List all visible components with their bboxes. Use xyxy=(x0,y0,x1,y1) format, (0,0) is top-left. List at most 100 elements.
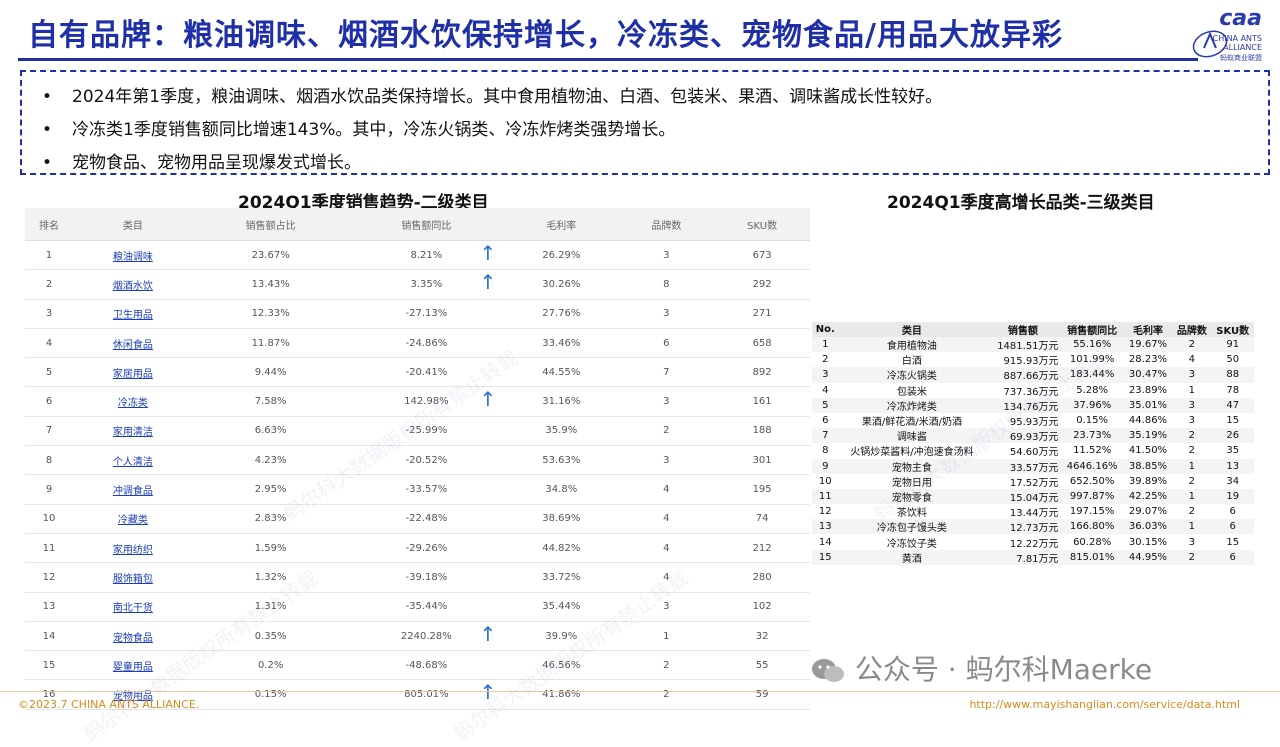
category-link[interactable]: 冲调食品 xyxy=(73,474,193,505)
table-row: 2 白酒 915.93万元 101.99% 28.23% 4 50 xyxy=(812,352,1254,367)
margin-cell: 30.47% xyxy=(1123,367,1173,383)
bullet-text: 宠物食品、宠物用品呈现爆发式增长。 xyxy=(72,153,361,173)
category-link[interactable]: 休闲食品 xyxy=(73,328,193,359)
sales-cell: 15.04万元 xyxy=(985,488,1061,505)
table-row: 2 烟酒水饮 13.43% 3.35% ↑ 30.26% 8 292 xyxy=(25,269,810,300)
secondary-category-table: 排名 类目 销售额占比 销售额同比 毛利率 品牌数 SKU数 1 粮油调味 23.6… xyxy=(25,208,810,710)
category-link[interactable]: 冷冻类 xyxy=(73,386,193,417)
brand-count-cell: 1 xyxy=(1172,519,1212,535)
category-link[interactable]: 家居用品 xyxy=(73,357,193,388)
rank-cell: 5 xyxy=(25,357,73,388)
sku-count-cell: 212 xyxy=(714,533,810,564)
margin-cell: 35.01% xyxy=(1123,397,1173,413)
yoy-cell: 60.28% xyxy=(1073,536,1112,548)
rank-cell: 14 xyxy=(25,621,73,652)
brand-count-cell: 3 xyxy=(1172,397,1212,413)
sku-count-cell: 32 xyxy=(714,621,810,652)
yoy-cell: 183.44% xyxy=(1060,367,1124,383)
col-header[interactable]: 品牌数 xyxy=(618,208,715,241)
col-header[interactable]: 排名 xyxy=(25,208,73,241)
category-link[interactable]: 服饰箱包 xyxy=(73,562,193,593)
col-header[interactable]: SKU数 xyxy=(714,208,810,241)
sku-count-cell: 19 xyxy=(1211,488,1254,505)
share-cell: 23.67% xyxy=(192,240,349,271)
col-header[interactable]: 销售额占比 xyxy=(192,208,349,241)
sales-cell: 17.52万元 xyxy=(1009,477,1059,489)
category-link[interactable]: 烟酒水饮 xyxy=(73,269,193,300)
margin-cell: 44.86% xyxy=(1128,415,1168,427)
sku-count-cell: 292 xyxy=(714,269,810,300)
sku-count-cell: 6 xyxy=(1211,519,1254,535)
table-row: 8 火锅炒菜酱料/冲泡速食汤料 54.60万元 11.52% 41.50% 2 35 xyxy=(812,443,1254,458)
sku-count-cell: 658 xyxy=(714,328,810,359)
margin-cell: 39.89% xyxy=(1128,475,1168,487)
brand-count-cell: 6 xyxy=(618,328,715,359)
sku-count-cell: 280 xyxy=(714,562,810,593)
margin-cell: 53.63% xyxy=(504,445,619,476)
footer-url[interactable]: http://www.mayishanglian.com/service/dat… xyxy=(969,698,1240,711)
brand-count-cell: 3 xyxy=(618,240,715,271)
category-link[interactable]: 家用纺织 xyxy=(73,533,193,564)
table-row: 7 家用清洁 6.63% -25.99% 35.9% 2 188 xyxy=(25,416,810,447)
share-cell: 2.83% xyxy=(192,504,349,534)
sku-count-cell: 47 xyxy=(1211,397,1254,413)
category-link[interactable]: 卫生用品 xyxy=(73,299,193,329)
category-cell: 冷冻饺子类 xyxy=(886,538,937,550)
yoy-cell: -39.18% xyxy=(348,562,505,593)
share-cell: 4.23% xyxy=(192,445,349,476)
sales-cell: 7.81万元 xyxy=(985,549,1061,565)
share-cell: 0.2% xyxy=(192,650,349,681)
yoy-cell: -20.52% xyxy=(348,445,505,476)
margin-cell: 33.72% xyxy=(504,562,619,593)
col-header: 类目 xyxy=(838,322,986,337)
category-link[interactable]: 粮油调味 xyxy=(73,240,193,271)
share-cell: 1.59% xyxy=(192,533,349,564)
bullet-item: • 冷冻类1季度销售额同比增速143%。其中，冷冻火锅类、冷冻炸烤类强势增长。 xyxy=(42,115,675,140)
col-header[interactable]: 毛利率 xyxy=(504,208,619,241)
yoy-cell: 142.98% ↑ xyxy=(348,386,505,417)
col-header[interactable]: 销售额同比 xyxy=(348,208,505,241)
brand-count-cell: 3 xyxy=(618,299,715,329)
sales-cell: 915.93万元 xyxy=(1003,356,1059,368)
sales-cell: 737.36万元 xyxy=(1003,386,1059,398)
share-cell: 11.87% xyxy=(192,328,349,359)
brand-count-cell: 3 xyxy=(618,386,715,417)
category-link[interactable]: 宠物食品 xyxy=(73,621,193,652)
table-row: 6 冷冻类 7.58% 142.98% ↑ 31.16% 3 161 xyxy=(25,386,810,417)
margin-cell: 44.55% xyxy=(504,357,619,388)
yoy-cell: -24.86% xyxy=(348,328,505,359)
page-title: 自有品牌：粮油调味、烟酒水饮保持增长，冷冻类、宠物食品/用品大放异彩 xyxy=(28,18,1063,53)
margin-cell: 23.89% xyxy=(1128,384,1168,396)
summary-box: • 2024年第1季度，粮油调味、烟酒水饮品类保持增长。其中食用植物油、白酒、包装… xyxy=(20,70,1270,175)
no-cell: 14 xyxy=(818,536,832,548)
margin-cell: 35.19% xyxy=(1123,428,1173,444)
category-link[interactable]: 个人清洁 xyxy=(73,445,193,476)
share-cell: 0.15% xyxy=(192,679,349,710)
margin-cell: 19.67% xyxy=(1123,337,1173,353)
rank-cell: 1 xyxy=(25,240,73,271)
category-link[interactable]: 家用清洁 xyxy=(73,416,193,447)
margin-cell: 46.56% xyxy=(504,650,619,681)
sku-count-cell: 6 xyxy=(1211,549,1254,565)
sku-count-cell: 271 xyxy=(714,299,810,329)
yoy-cell: 8.21% ↑ xyxy=(348,240,505,271)
up-arrow-icon: ↑ xyxy=(479,621,497,646)
category-cell: 调味酱 xyxy=(838,428,986,444)
category-cell: 冷冻包子馒头类 xyxy=(838,519,986,535)
yoy-cell: 2240.28% ↑ xyxy=(348,621,505,652)
sku-count-cell: 55 xyxy=(714,650,810,681)
margin-cell: 30.15% xyxy=(1128,536,1168,548)
sku-count-cell: 673 xyxy=(714,240,810,271)
sales-cell: 12.22万元 xyxy=(1009,538,1059,550)
category-link[interactable]: 南北干货 xyxy=(73,592,193,622)
margin-cell: 38.69% xyxy=(504,504,619,534)
category-link[interactable]: 冷藏类 xyxy=(73,504,193,534)
sales-cell: 33.57万元 xyxy=(985,458,1061,474)
col-header[interactable]: 类目 xyxy=(73,208,193,241)
brand-count-cell: 1 xyxy=(1172,488,1212,505)
category-cell: 黄酒 xyxy=(838,549,986,565)
category-link[interactable]: 婴童用品 xyxy=(73,650,193,681)
margin-cell: 44.82% xyxy=(504,533,619,564)
brand-count-cell: 3 xyxy=(1188,415,1196,427)
category-cell: 宠物零食 xyxy=(838,488,986,505)
